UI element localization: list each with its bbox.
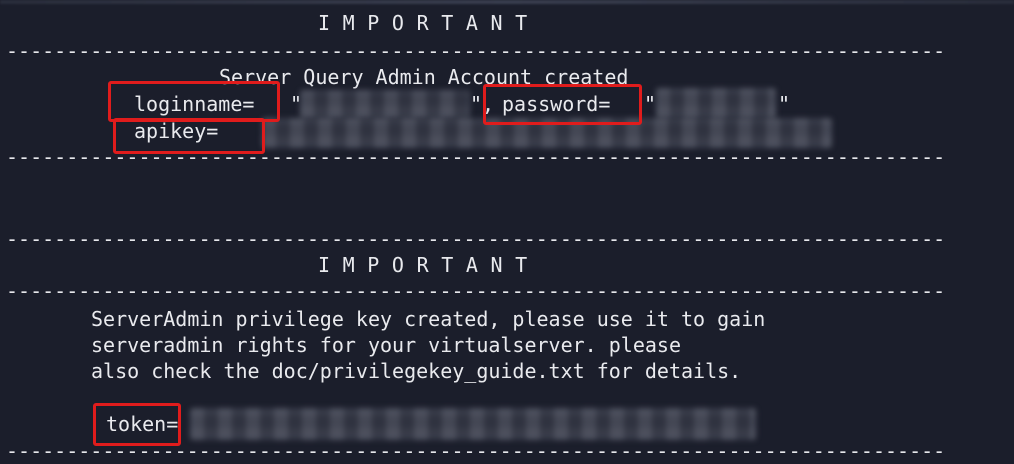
important-header-2: IMPORTANT [318, 253, 540, 277]
loginname-redacted-value [300, 90, 470, 118]
terminal-window: IMPORTANT ------------------------------… [0, 0, 1014, 463]
password-quote-close: " [778, 92, 791, 116]
privilege-message-line-1: ServerAdmin privilege key created, pleas… [91, 307, 766, 331]
password-quote-open: " [644, 92, 657, 116]
separator-3: ----------------------------------------… [6, 227, 946, 251]
highlight-box-loginname [108, 81, 280, 122]
separator-4: ----------------------------------------… [6, 279, 946, 303]
password-redacted-value [656, 88, 776, 118]
highlight-box-password [483, 84, 642, 125]
privilege-message-line-3: also check the doc/privilegekey_guide.tx… [91, 359, 742, 383]
separator-1: ----------------------------------------… [6, 39, 946, 63]
important-header-1: IMPORTANT [318, 11, 540, 35]
privilege-message-line-2: serveradmin rights for your virtualserve… [91, 333, 682, 357]
top-edge-artifact [0, 0, 1014, 4]
highlight-box-token [93, 403, 181, 446]
highlight-box-apikey [113, 118, 265, 154]
token-redacted-value [190, 408, 756, 440]
